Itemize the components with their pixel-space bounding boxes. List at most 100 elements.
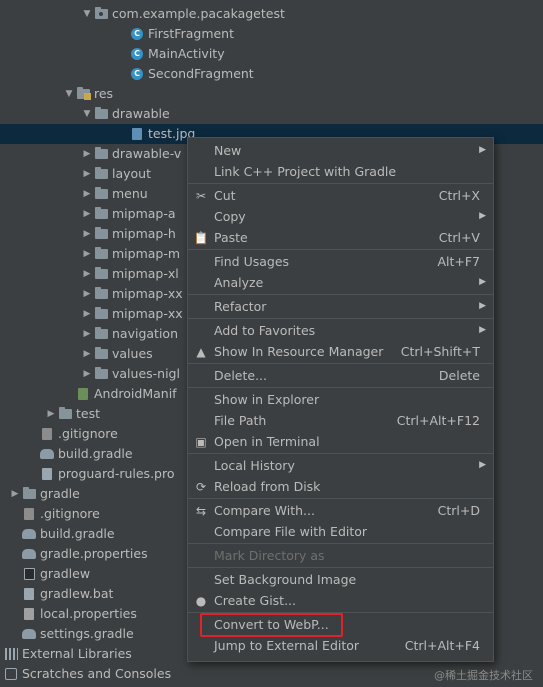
menu-item-analyze[interactable]: Analyze ▶ <box>188 272 493 293</box>
menu-item-link-c-project-with-gradle[interactable]: Link C++ Project with Gradle <box>188 161 493 182</box>
folder-icon <box>94 324 108 344</box>
collapse-arrow-icon[interactable]: ▶ <box>81 364 93 384</box>
menu-item-label: Show In Resource Manager <box>214 344 384 359</box>
text-file-icon <box>40 464 54 484</box>
collapse-arrow-icon[interactable]: ▶ <box>9 484 21 504</box>
menu-item-cut[interactable]: ✂ Cut Ctrl+X <box>188 185 493 206</box>
tree-row-label: mipmap-xx <box>112 306 183 321</box>
folder-icon <box>94 284 108 304</box>
submenu-arrow-icon: ▶ <box>479 325 486 335</box>
manifest-file-icon <box>76 384 90 404</box>
menu-item-reload-from-disk[interactable]: ⟳ Reload from Disk <box>188 476 493 497</box>
menu-item-label: Reload from Disk <box>214 479 321 494</box>
folder-icon <box>58 404 72 424</box>
menu-item-label: Jump to External Editor <box>214 638 360 653</box>
menu-item-shortcut: Delete <box>438 368 480 383</box>
tree-row[interactable]: C SecondFragment <box>0 64 543 84</box>
tree-row-label: SecondFragment <box>148 66 254 81</box>
tree-row-label: gradle <box>40 486 80 501</box>
menu-item-delete[interactable]: Delete... Delete <box>188 365 493 386</box>
collapse-arrow-icon[interactable]: ▶ <box>81 264 93 284</box>
folder-icon <box>94 224 108 244</box>
folder-icon <box>94 164 108 184</box>
tree-row-label: menu <box>112 186 148 201</box>
menu-separator <box>188 567 493 568</box>
menu-item-open-in-terminal[interactable]: ▣ Open in Terminal <box>188 431 493 452</box>
properties-file-icon <box>22 604 36 624</box>
menu-item-add-to-favorites[interactable]: Add to Favorites ▶ <box>188 320 493 341</box>
folder-icon <box>22 484 36 504</box>
resource-manager-icon: ▲ <box>196 344 206 359</box>
menu-item-compare-with[interactable]: ⇆ Compare With... Ctrl+D <box>188 500 493 521</box>
tree-row-label: gradle.properties <box>40 546 148 561</box>
collapse-arrow-icon[interactable]: ▶ <box>81 324 93 344</box>
menu-item-compare-file-with-editor[interactable]: Compare File with Editor <box>188 521 493 542</box>
menu-item-shortcut: Alt+F7 <box>437 254 480 269</box>
menu-item-new[interactable]: New ▶ <box>188 140 493 161</box>
menu-item-label: Local History <box>214 458 295 473</box>
collapse-arrow-icon[interactable]: ▶ <box>81 304 93 324</box>
tree-row-label: build.gradle <box>40 526 115 541</box>
terminal-icon: ▣ <box>195 434 207 449</box>
menu-item-label: New <box>214 143 242 158</box>
folder-icon <box>94 304 108 324</box>
tree-row[interactable]: ▼ res <box>0 84 543 104</box>
tree-row-label: com.example.pacakagetest <box>112 6 285 21</box>
tree-row-label: mipmap-xl <box>112 266 179 281</box>
menu-item-mark-directory-as: Mark Directory as <box>188 545 493 566</box>
submenu-arrow-icon: ▶ <box>479 145 486 155</box>
menu-item-label: Show in Explorer <box>214 392 320 407</box>
expand-arrow-icon[interactable]: ▼ <box>63 84 75 104</box>
menu-item-show-in-explorer[interactable]: Show in Explorer <box>188 389 493 410</box>
collapse-arrow-icon[interactable]: ▶ <box>81 284 93 304</box>
tree-row[interactable]: C FirstFragment <box>0 24 543 44</box>
menu-item-copy[interactable]: Copy ▶ <box>188 206 493 227</box>
tree-row[interactable]: ▼ com.example.pacakagetest <box>0 4 543 24</box>
tree-row-label: values-nigl <box>112 366 180 381</box>
menu-separator <box>188 363 493 364</box>
menu-item-label: Find Usages <box>214 254 290 269</box>
menu-item-jump-to-external-editor[interactable]: Jump to External Editor Ctrl+Alt+F4 <box>188 635 493 656</box>
folder-icon <box>94 264 108 284</box>
menu-item-refactor[interactable]: Refactor ▶ <box>188 296 493 317</box>
watermark: @稀土掘金技术社区 <box>434 669 533 682</box>
context-menu: New ▶ Link C++ Project with Gradle ✂ Cut Ctrl… <box>187 137 494 662</box>
collapse-arrow-icon[interactable]: ▶ <box>81 144 93 164</box>
menu-item-set-background-image[interactable]: Set Background Image <box>188 569 493 590</box>
expand-arrow-icon[interactable]: ▼ <box>81 104 93 124</box>
menu-item-paste[interactable]: 📋 Paste Ctrl+V <box>188 227 493 248</box>
tree-row-label: AndroidManif <box>94 386 177 401</box>
expand-arrow-icon[interactable]: ▼ <box>81 4 93 24</box>
menu-separator <box>188 249 493 250</box>
tree-row[interactable]: C MainActivity <box>0 44 543 64</box>
collapse-arrow-icon[interactable]: ▶ <box>81 204 93 224</box>
menu-separator <box>188 453 493 454</box>
reload-icon: ⟳ <box>195 479 207 494</box>
menu-item-show-in-resource-manager[interactable]: ▲ Show In Resource Manager Ctrl+Shift+T <box>188 341 493 362</box>
collapse-arrow-icon[interactable]: ▶ <box>45 404 57 424</box>
convert-to-webp-highlight-box <box>200 613 343 637</box>
menu-item-create-gist[interactable]: ● Create Gist... <box>188 590 493 611</box>
tree-row-label: proguard-rules.pro <box>58 466 175 481</box>
collapse-arrow-icon[interactable]: ▶ <box>0 644 3 664</box>
collapse-arrow-icon[interactable]: ▶ <box>81 164 93 184</box>
menu-item-file-path[interactable]: File Path Ctrl+Alt+F12 <box>188 410 493 431</box>
tree-row[interactable]: ▼ drawable <box>0 104 543 124</box>
tree-row-label: navigation <box>112 326 178 341</box>
tree-row-label: gradlew <box>40 566 91 581</box>
menu-separator <box>188 387 493 388</box>
menu-item-shortcut: Ctrl+V <box>438 230 480 245</box>
menu-item-label: Link C++ Project with Gradle <box>214 164 397 179</box>
collapse-arrow-icon[interactable]: ▶ <box>81 244 93 264</box>
menu-item-local-history[interactable]: Local History ▶ <box>188 455 493 476</box>
tree-row-label: mipmap-a <box>112 206 176 221</box>
scissors-icon: ✂ <box>195 188 207 203</box>
tree-row-label: mipmap-h <box>112 226 176 241</box>
menu-item-find-usages[interactable]: Find Usages Alt+F7 <box>188 251 493 272</box>
menu-item-label: Copy <box>214 209 246 224</box>
collapse-arrow-icon[interactable]: ▶ <box>81 344 93 364</box>
tree-row-label: MainActivity <box>148 46 225 61</box>
tree-row-label: .gitignore <box>58 426 118 441</box>
collapse-arrow-icon[interactable]: ▶ <box>81 184 93 204</box>
collapse-arrow-icon[interactable]: ▶ <box>81 224 93 244</box>
